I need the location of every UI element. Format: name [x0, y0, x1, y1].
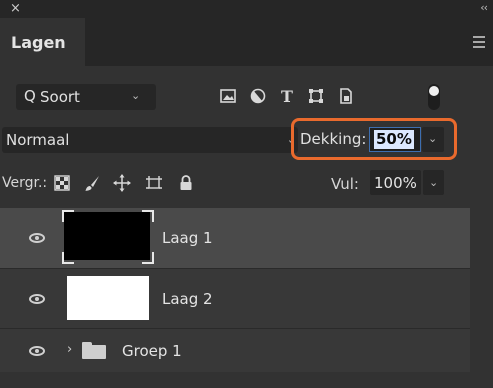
eye-icon[interactable]	[29, 233, 45, 243]
selection-corner-icon	[142, 210, 154, 222]
panel-titlebar: × ‹‹	[0, 0, 493, 18]
selection-corner-icon	[62, 210, 74, 222]
collapse-icon[interactable]: ‹‹	[480, 1, 488, 14]
lock-transparent-pixels-icon[interactable]	[52, 173, 72, 193]
layer-thumbnail	[64, 212, 150, 260]
layer-name[interactable]: Laag 2	[162, 290, 213, 308]
hamburger-menu-icon[interactable]	[473, 36, 485, 48]
layer-thumbnail	[67, 276, 149, 320]
panel-footer	[0, 372, 493, 388]
image-filter-icon[interactable]	[218, 86, 238, 106]
selection-corner-icon	[62, 252, 74, 264]
lock-all-icon[interactable]	[176, 173, 196, 193]
layer-name[interactable]: Groep 1	[122, 342, 182, 360]
eye-icon[interactable]	[29, 294, 45, 304]
folder-icon	[82, 342, 106, 359]
tab-lagen[interactable]: Lagen	[0, 18, 85, 66]
shape-filter-icon[interactable]	[306, 86, 326, 106]
filter-row: Q Soort ⌄	[0, 78, 493, 116]
tab-label: Lagen	[11, 33, 66, 52]
fill-label: Vul:	[331, 175, 359, 193]
lock-artboard-icon[interactable]	[144, 173, 164, 193]
eye-icon[interactable]	[29, 346, 45, 356]
close-icon[interactable]: ×	[10, 1, 21, 16]
blend-mode-value: Normaal	[6, 131, 70, 149]
filter-type-label: Soort	[40, 88, 80, 106]
filter-type-select[interactable]: Q Soort ⌄	[16, 84, 156, 110]
chevron-right-icon[interactable]: ›	[67, 342, 72, 357]
layers-scrollbar[interactable]	[471, 208, 493, 372]
lock-image-pixels-icon[interactable]	[83, 173, 103, 193]
layer-name[interactable]: Laag 1	[162, 229, 213, 247]
fill-dropdown-button[interactable]: ⌄	[423, 170, 444, 195]
lock-position-icon[interactable]	[112, 173, 132, 193]
type-filter-icon[interactable]: T	[277, 86, 297, 106]
opacity-highlight-annotation	[291, 118, 457, 160]
toggle-knob	[429, 86, 439, 96]
filter-toggle[interactable]	[428, 84, 440, 110]
chevron-down-icon: ⌄	[429, 176, 439, 189]
layers-panel: × ‹‹ Lagen Q Soort ⌄ T Normaal ⌄ Dekking…	[0, 0, 493, 388]
lock-label: Vergr.:	[2, 175, 48, 191]
selection-corner-icon	[142, 252, 154, 264]
fill-input[interactable]: 100%	[370, 170, 421, 195]
search-icon: Q	[24, 87, 36, 105]
fill-value: 100%	[374, 174, 417, 192]
adjustment-filter-icon[interactable]	[248, 86, 268, 106]
smart-object-filter-icon[interactable]	[336, 86, 356, 106]
blend-mode-select[interactable]: Normaal ⌄	[2, 127, 298, 153]
chevron-down-icon: ⌄	[131, 89, 141, 102]
